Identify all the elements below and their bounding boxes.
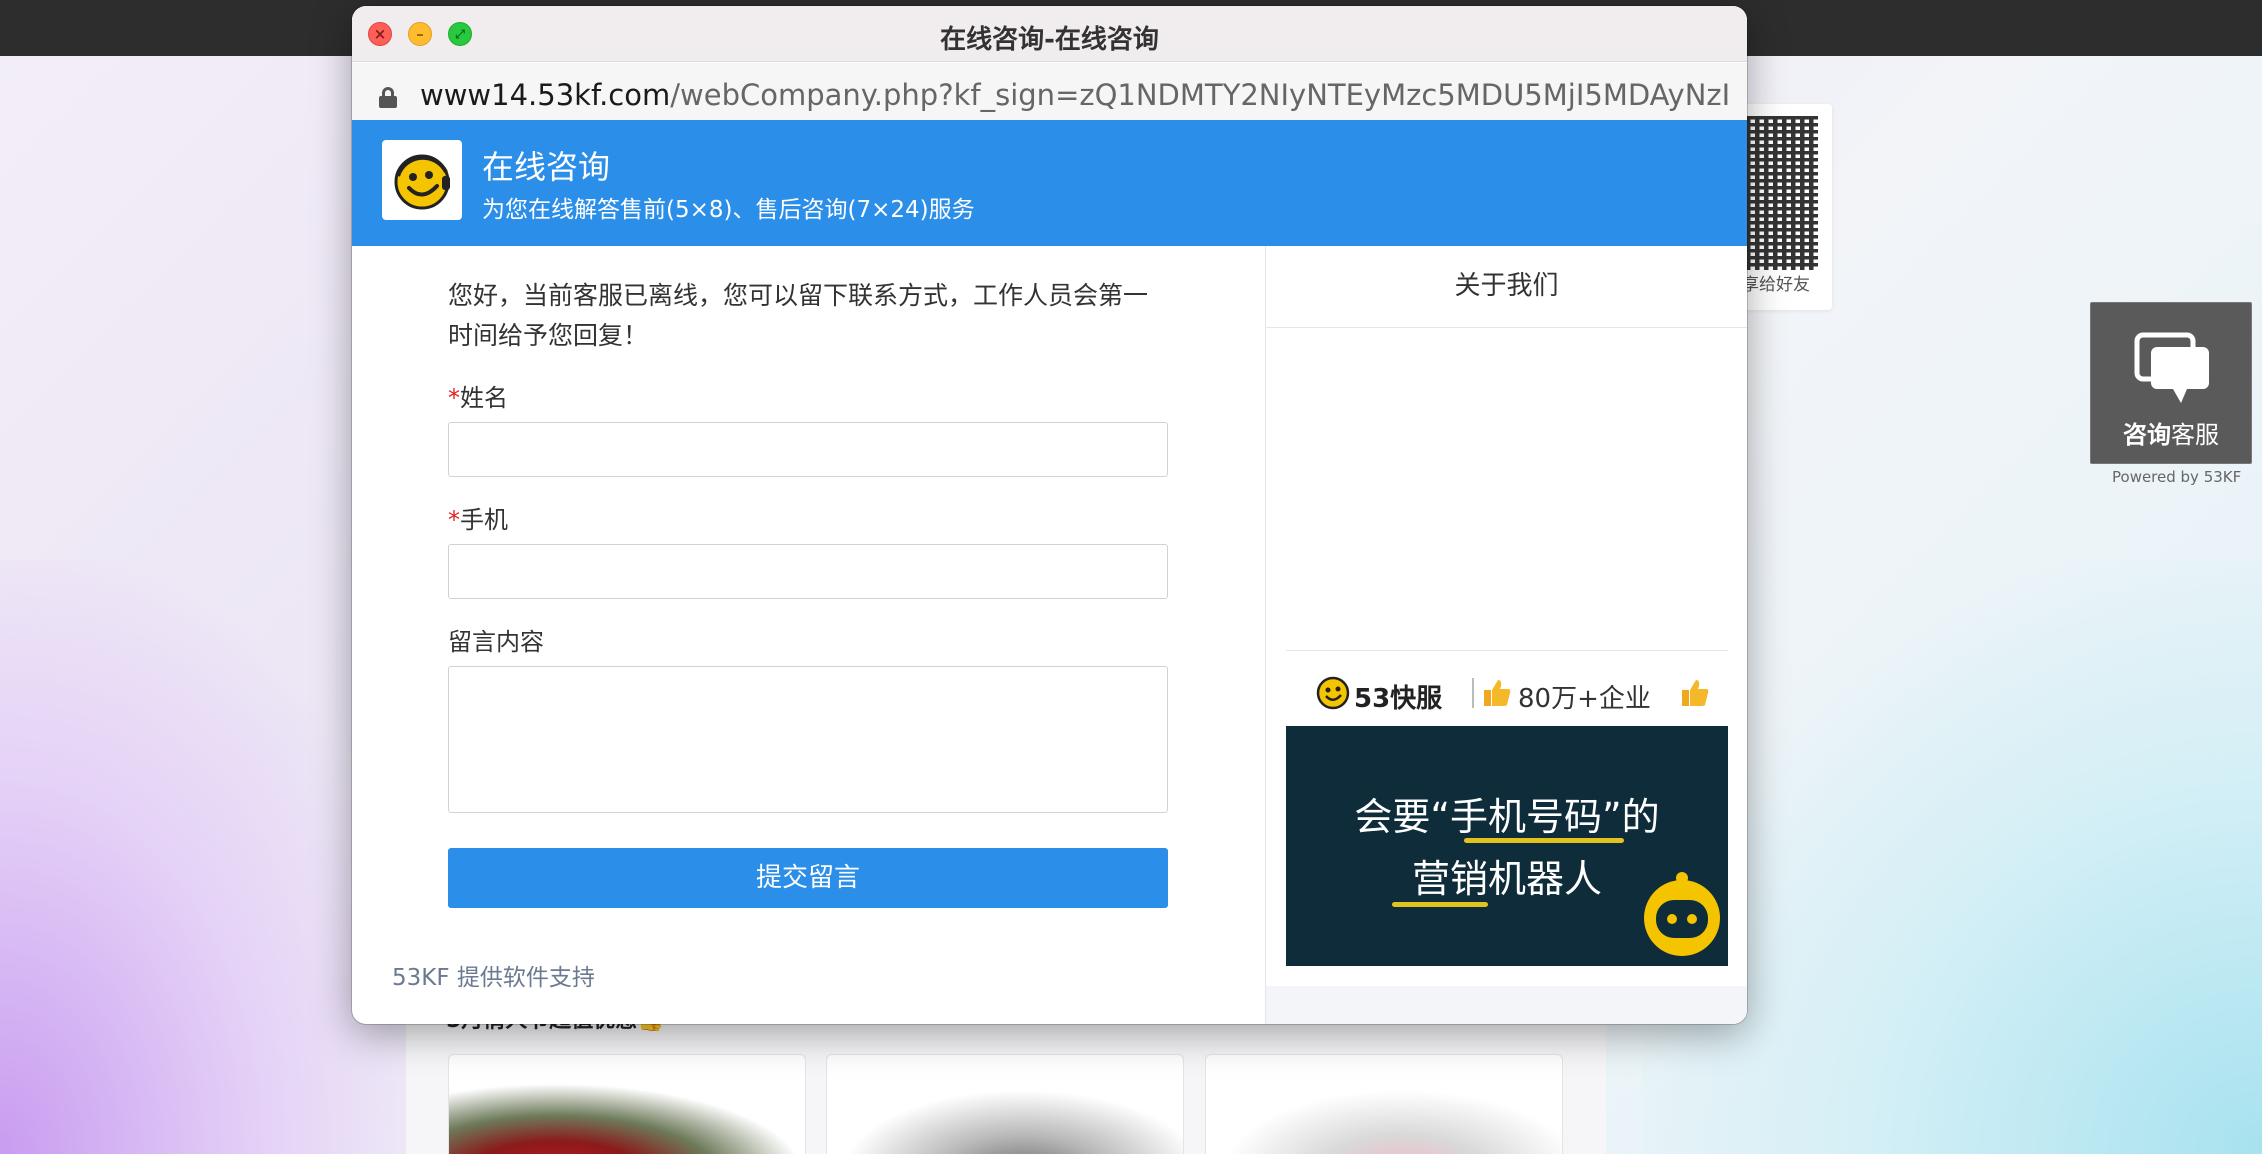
lock-icon <box>379 87 397 108</box>
product-image <box>827 1083 1183 1154</box>
chat-header: 在线咨询 为您在线解答售前(5×8)、售后咨询(7×24)服务 <box>352 120 1747 246</box>
promo-banner[interactable]: 53快服 80万+企业 会要“手机号码”的 营销机器人 <box>1286 658 1728 966</box>
consult-service-label: 咨询客服 <box>2123 421 2219 449</box>
qr-code-icon <box>1746 116 1818 270</box>
divider <box>1472 678 1474 708</box>
product-image <box>449 1083 805 1154</box>
product-card[interactable] <box>1205 1054 1563 1154</box>
promo-banner-header: 53快服 80万+企业 <box>1286 658 1728 726</box>
offline-notice: 您好，当前客服已离线，您可以留下联系方式，工作人员会第一时间给予您回复！ <box>448 281 1149 350</box>
tab-about-us[interactable]: 关于我们 <box>1266 246 1747 328</box>
smiley-headset-icon <box>394 154 450 210</box>
thumbs-up-icon <box>1484 680 1511 706</box>
promo-customer-count: 80万+企业 <box>1518 684 1651 714</box>
about-sidebar: 关于我们 53快服 80万+企业 会要“手机号码”的 营销机器人 <box>1265 246 1747 1024</box>
name-input[interactable] <box>448 422 1168 477</box>
header-subtitle: 为您在线解答售前(5×8)、售后咨询(7×24)服务 <box>482 197 975 223</box>
product-card[interactable] <box>826 1054 1184 1154</box>
phone-field-label: *手机 <box>448 506 508 534</box>
message-textarea[interactable] <box>448 666 1168 813</box>
address-bar[interactable]: www14.53kf.com/webCompany.php?kf_sign=zQ… <box>352 63 1747 125</box>
url-text[interactable]: www14.53kf.com/webCompany.php?kf_sign=zQ… <box>420 78 1730 112</box>
consult-service-widget[interactable]: 咨询客服 <box>2090 302 2252 464</box>
chat-bubble-icon <box>2134 332 2209 403</box>
submit-message-button[interactable]: 提交留言 <box>448 848 1168 908</box>
header-title: 在线咨询 <box>482 148 611 186</box>
qr-caption: 享给好友 <box>1742 275 1810 295</box>
brand-smiley-icon <box>1316 676 1350 710</box>
software-support-note: 53KF 提供软件支持 <box>392 965 595 991</box>
message-field-label: 留言内容 <box>448 628 544 656</box>
product-card[interactable] <box>448 1054 806 1154</box>
promo-brand: 53快服 <box>1354 684 1443 714</box>
name-field-label: *姓名 <box>448 384 508 412</box>
powered-by-label: Powered by 53KF <box>2112 468 2242 486</box>
promo-headline-1: 会要“手机号码”的 <box>1354 795 1660 839</box>
promo-banner-body: 会要“手机号码”的 营销机器人 <box>1286 726 1728 966</box>
thumbs-up-icon <box>1682 680 1709 706</box>
highlight-underline <box>1464 838 1624 843</box>
window-title: 在线咨询-在线咨询 <box>940 25 1159 55</box>
leave-message-form: 您好，当前客服已离线，您可以留下联系方式，工作人员会第一时间给予您回复！ *姓名… <box>352 246 1265 991</box>
robot-mascot-icon <box>1644 872 1720 956</box>
window-titlebar[interactable]: × – ⤢ 在线咨询-在线咨询 <box>352 6 1747 62</box>
company-logo <box>382 140 462 220</box>
divider <box>1286 650 1728 651</box>
highlight-underline <box>1392 902 1488 907</box>
product-image <box>1206 1083 1562 1154</box>
sidebar-footer <box>1266 986 1747 1024</box>
phone-input[interactable] <box>448 544 1168 599</box>
chat-popup-window: × – ⤢ 在线咨询-在线咨询 www14.53kf.com/webCompan… <box>352 6 1747 1024</box>
